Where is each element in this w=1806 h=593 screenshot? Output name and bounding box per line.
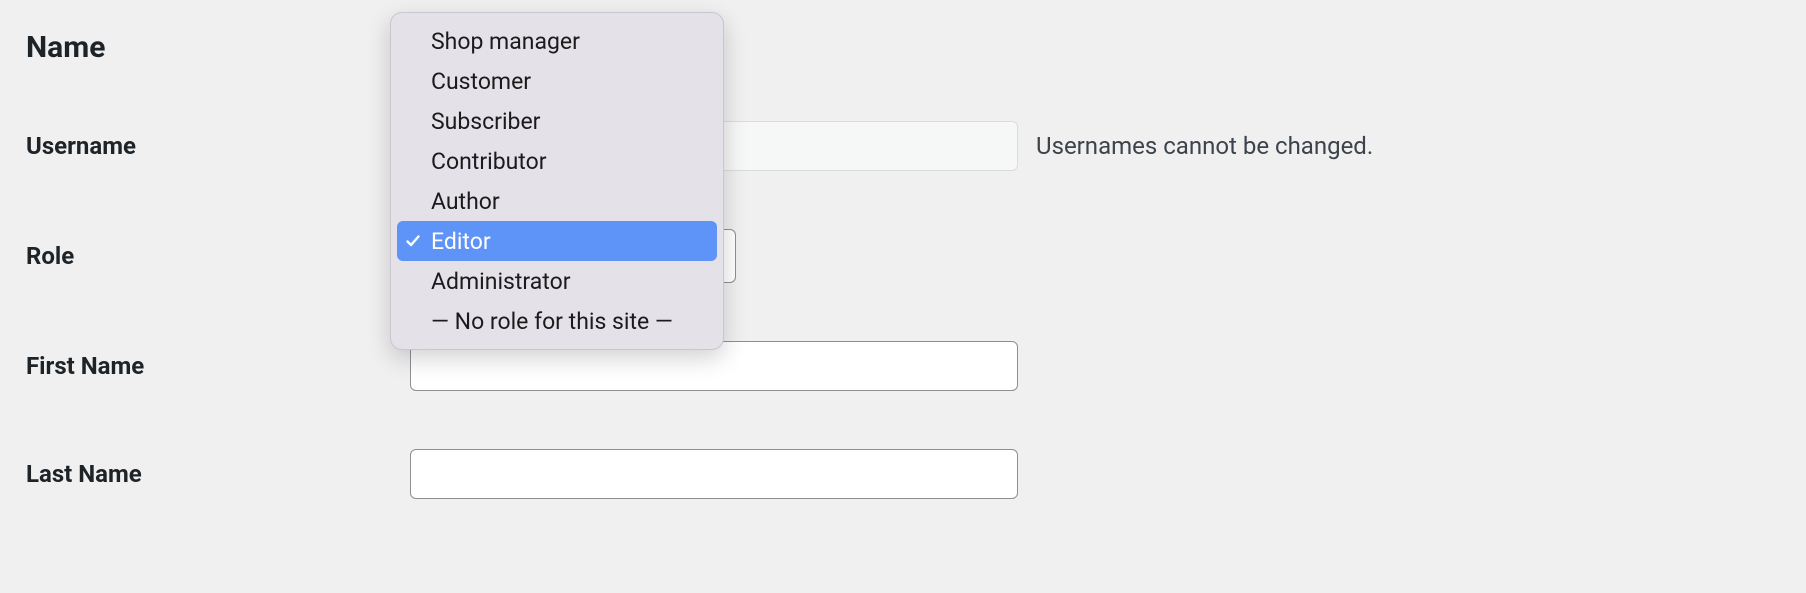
role-option-label: Subscriber	[431, 108, 540, 135]
user-profile-name-section: Name Username Usernames cannot be change…	[0, 0, 1806, 587]
last-name-row: Last Name	[26, 449, 1780, 499]
username-label: Username	[26, 132, 410, 160]
role-dropdown[interactable]: Shop manager Customer Subscriber Contributo…	[390, 12, 724, 350]
check-icon	[405, 233, 431, 249]
role-option-label: Shop manager	[431, 28, 580, 55]
role-option-label: Administrator	[431, 268, 571, 295]
last-name-field-wrap	[410, 449, 1018, 499]
last-name-input[interactable]	[410, 449, 1018, 499]
role-option-label: Contributor	[431, 148, 547, 175]
role-option-label: Customer	[431, 68, 531, 95]
role-option[interactable]: Editor	[397, 221, 717, 261]
role-option[interactable]: Subscriber	[397, 101, 717, 141]
username-row: Username Usernames cannot be changed.	[26, 121, 1780, 171]
role-option[interactable]: Contributor	[397, 141, 717, 181]
role-option[interactable]: Customer	[397, 61, 717, 101]
role-option-label: Editor	[431, 228, 491, 255]
role-row: Role	[26, 229, 1780, 283]
role-option[interactable]: Shop manager	[397, 21, 717, 61]
role-option[interactable]: — No role for this site —	[397, 301, 717, 341]
first-name-row: First Name	[26, 341, 1780, 391]
section-heading: Name	[26, 30, 1780, 65]
role-option[interactable]: Author	[397, 181, 717, 221]
role-option-label: Author	[431, 188, 500, 215]
role-option-label: — No role for this site —	[431, 308, 673, 335]
last-name-label: Last Name	[26, 460, 410, 488]
role-option[interactable]: Administrator	[397, 261, 717, 301]
username-description: Usernames cannot be changed.	[1036, 132, 1373, 160]
first-name-label: First Name	[26, 352, 410, 380]
role-label: Role	[26, 242, 410, 270]
